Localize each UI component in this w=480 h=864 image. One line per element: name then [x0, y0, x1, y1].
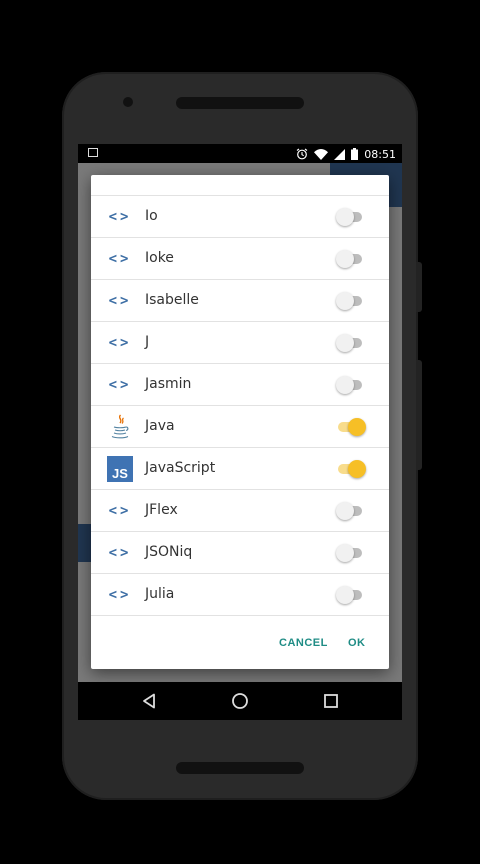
list-item[interactable]: <> Io: [91, 196, 389, 238]
javascript-icon: JS: [107, 456, 133, 482]
list-item-partial: [91, 175, 389, 196]
list-item[interactable]: <> Ioke: [91, 238, 389, 280]
navigation-bar: [78, 682, 402, 720]
dialog-actions: CANCEL OK: [91, 623, 389, 669]
list-item-label: JSONiq: [145, 544, 193, 560]
alarm-icon: [296, 148, 308, 160]
wifi-icon: [314, 148, 329, 160]
toggle-thumb: [336, 292, 354, 310]
toggle-thumb: [348, 460, 366, 478]
cancel-button[interactable]: CANCEL: [279, 637, 328, 649]
code-icon: <>: [108, 377, 132, 393]
list-item-label: Jasmin: [145, 376, 192, 392]
home-icon[interactable]: [230, 691, 250, 711]
ok-button[interactable]: OK: [348, 637, 366, 649]
toggle-switch[interactable]: [336, 544, 366, 562]
list-item[interactable]: <> Isabelle: [91, 280, 389, 322]
list-item[interactable]: JS JavaScript: [91, 448, 389, 490]
code-icon: <>: [108, 335, 132, 351]
toggle-switch[interactable]: [336, 418, 366, 436]
js-badge-text: JS: [107, 456, 133, 482]
toggle-switch[interactable]: [336, 502, 366, 520]
toggle-thumb: [336, 208, 354, 226]
list-item-label: Julia: [145, 586, 175, 602]
list-item-label: Isabelle: [145, 292, 199, 308]
toggle-switch[interactable]: [336, 376, 366, 394]
list-item-partial: [91, 616, 389, 622]
toggle-switch[interactable]: [336, 460, 366, 478]
toggle-thumb: [348, 418, 366, 436]
code-icon: <>: [108, 251, 132, 267]
code-icon: <>: [108, 293, 132, 309]
language-list[interactable]: <> Io <> Ioke <> Isabelle <> J <> Jasmin Java JS Jav…: [91, 175, 389, 622]
status-time: 08:51: [364, 147, 396, 161]
toggle-thumb: [336, 586, 354, 604]
toggle-thumb: [336, 502, 354, 520]
list-item-label: Ioke: [145, 250, 174, 266]
screen: 08:51 <> Io <> Ioke <> Isabelle <> J <> Jasmin Jav…: [78, 144, 402, 720]
code-icon: <>: [108, 545, 132, 561]
toggle-thumb: [336, 544, 354, 562]
list-item-label: J: [145, 334, 150, 350]
code-icon: <>: [108, 209, 132, 225]
back-icon[interactable]: [139, 691, 159, 711]
list-item-label: Io: [145, 208, 158, 224]
code-icon: <>: [108, 587, 132, 603]
list-item[interactable]: <> Jasmin: [91, 364, 389, 406]
toggle-thumb: [336, 376, 354, 394]
status-bar: 08:51: [78, 144, 402, 163]
list-item-label: JavaScript: [145, 460, 216, 476]
list-item[interactable]: <> JFlex: [91, 490, 389, 532]
status-icons: 08:51: [296, 146, 396, 162]
list-item[interactable]: Java: [91, 406, 389, 448]
toggle-switch[interactable]: [336, 334, 366, 352]
battery-icon: [351, 148, 359, 160]
bottom-speaker: [176, 762, 304, 774]
earpiece-speaker: [176, 97, 304, 109]
java-icon: [107, 414, 133, 440]
list-item[interactable]: <> JSONiq: [91, 532, 389, 574]
recents-icon[interactable]: [321, 691, 341, 711]
volume-button: [416, 360, 422, 470]
list-item-label: JFlex: [145, 502, 178, 518]
toggle-thumb: [336, 334, 354, 352]
front-camera: [123, 97, 133, 107]
list-item-label: Java: [145, 418, 175, 434]
toggle-switch[interactable]: [336, 208, 366, 226]
power-button: [416, 262, 422, 312]
code-icon: <>: [108, 503, 132, 519]
toggle-switch[interactable]: [336, 292, 366, 310]
toggle-switch: [336, 618, 366, 622]
toggle-switch[interactable]: [336, 250, 366, 268]
list-item[interactable]: <> Julia: [91, 574, 389, 616]
toggle-switch[interactable]: [336, 586, 366, 604]
image-notification-icon: [88, 148, 98, 157]
signal-icon: [334, 148, 346, 160]
toggle-thumb: [336, 250, 354, 268]
app-content-edge: [78, 524, 92, 562]
language-picker-dialog: <> Io <> Ioke <> Isabelle <> J <> Jasmin Java JS Jav…: [91, 175, 389, 669]
list-item[interactable]: <> J: [91, 322, 389, 364]
